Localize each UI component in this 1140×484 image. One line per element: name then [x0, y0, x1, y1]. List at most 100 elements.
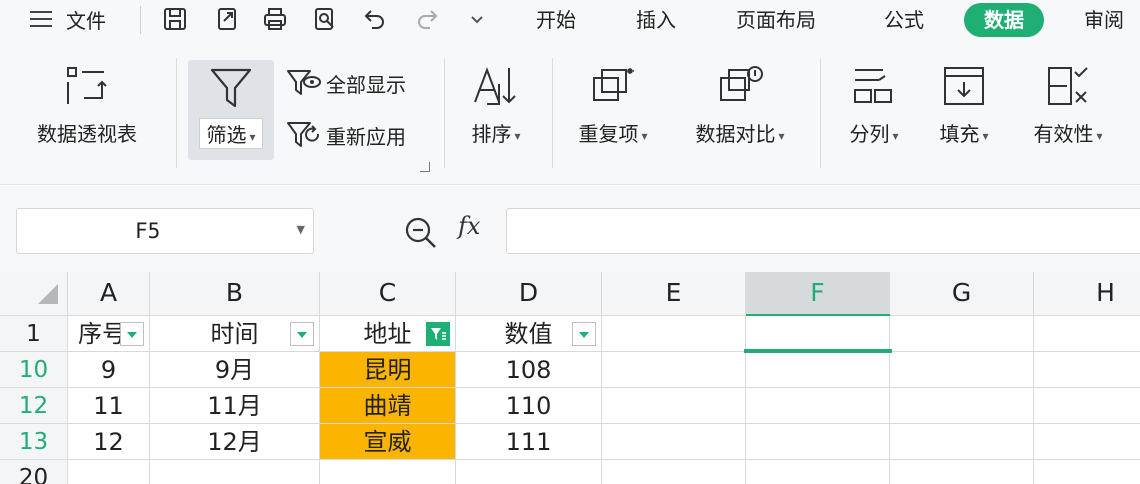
cell[interactable] — [1034, 352, 1140, 388]
cell[interactable] — [746, 316, 890, 352]
cell[interactable]: 11月 — [150, 388, 320, 424]
tab-data[interactable]: 数据 — [964, 3, 1044, 37]
sort-button[interactable]: 排序 ▾ — [456, 64, 536, 147]
tab-home[interactable]: 开始 — [536, 3, 576, 37]
duplicates-button[interactable]: 重复项 ▾ — [566, 64, 660, 147]
cell-reference: F5 — [135, 219, 161, 243]
undo-icon[interactable] — [360, 4, 390, 34]
cell[interactable]: 曲靖 — [320, 388, 456, 424]
name-box[interactable]: F5 ▼ — [16, 208, 314, 254]
cell[interactable] — [1034, 388, 1140, 424]
file-menu[interactable]: 文件 — [30, 4, 106, 34]
column-header-a[interactable]: A — [68, 272, 150, 316]
pivot-table-label: 数据透视表 — [37, 122, 137, 146]
cell[interactable] — [890, 424, 1034, 460]
validity-button[interactable]: 有效性 ▾ — [1018, 64, 1118, 147]
zoom-icon[interactable] — [404, 216, 438, 254]
column-header-d[interactable]: D — [456, 272, 602, 316]
chevron-down-icon — [127, 332, 137, 338]
redo-icon[interactable] — [412, 4, 442, 34]
cell[interactable] — [890, 388, 1034, 424]
reapply-label: 重新应用 — [326, 124, 406, 149]
function-icon[interactable]: fx — [458, 212, 480, 240]
cell[interactable] — [1034, 424, 1140, 460]
cell[interactable]: 108 — [456, 352, 602, 388]
select-all-corner[interactable] — [0, 272, 68, 316]
cell[interactable] — [602, 352, 746, 388]
cell[interactable] — [68, 460, 150, 484]
cell[interactable]: 9 — [68, 352, 150, 388]
filter-dropdown-b[interactable] — [290, 322, 314, 346]
cell[interactable] — [602, 460, 746, 484]
cell[interactable] — [890, 460, 1034, 484]
chevron-down-icon[interactable]: ▼ — [297, 223, 305, 236]
cell[interactable]: 11 — [68, 388, 150, 424]
customize-icon[interactable] — [462, 4, 492, 34]
show-all-icon — [287, 70, 321, 95]
group-launcher-icon[interactable] — [420, 162, 430, 172]
reapply-button[interactable]: 重新应用 — [286, 120, 406, 150]
row-header-13[interactable]: 13 — [0, 424, 68, 460]
validity-label: 有效性 — [1033, 122, 1094, 146]
cell[interactable] — [746, 388, 890, 424]
cell[interactable] — [746, 352, 890, 388]
save-icon[interactable] — [160, 4, 190, 34]
column-header-e[interactable]: E — [602, 272, 746, 316]
fill-button[interactable]: 填充 ▾ — [926, 64, 1002, 147]
filter-dropdown-d[interactable] — [572, 322, 596, 346]
cell[interactable] — [456, 460, 602, 484]
column-header-c[interactable]: C — [320, 272, 456, 316]
cell[interactable] — [150, 460, 320, 484]
data-compare-button[interactable]: 数据对比 ▾ — [680, 64, 800, 147]
tab-insert[interactable]: 插入 — [636, 3, 676, 37]
cell[interactable]: 12 — [68, 424, 150, 460]
show-all-button[interactable]: 全部显示 — [286, 68, 406, 98]
cell[interactable] — [890, 352, 1034, 388]
column-header-f[interactable]: F — [746, 272, 890, 316]
formula-input[interactable] — [506, 208, 1140, 254]
cell[interactable]: 110 — [456, 388, 602, 424]
tab-page-layout[interactable]: 页面布局 — [736, 3, 816, 37]
filter-dropdown-c-active[interactable] — [426, 322, 450, 346]
cell[interactable] — [602, 388, 746, 424]
cell[interactable]: 111 — [456, 424, 602, 460]
filter-dropdown-a[interactable] — [120, 322, 144, 346]
cell[interactable] — [1034, 460, 1140, 484]
chevron-down-icon: ▾ — [641, 128, 648, 143]
column-header-g[interactable]: G — [890, 272, 1034, 316]
row-header-20[interactable]: 20 — [0, 460, 68, 484]
cell[interactable] — [320, 460, 456, 484]
cell[interactable]: 12月 — [150, 424, 320, 460]
cell[interactable]: 昆明 — [320, 352, 456, 388]
chevron-down-icon: ▾ — [778, 128, 785, 143]
row-header-10[interactable]: 10 — [0, 352, 68, 388]
column-header-b[interactable]: B — [150, 272, 320, 316]
divider — [820, 58, 821, 168]
cell[interactable] — [890, 316, 1034, 352]
export-icon[interactable] — [213, 4, 243, 34]
file-menu-label: 文件 — [66, 8, 106, 33]
cell[interactable] — [602, 424, 746, 460]
row-header-1[interactable]: 1 — [0, 316, 68, 352]
cell[interactable] — [746, 460, 890, 484]
cell[interactable] — [602, 316, 746, 352]
spreadsheet-grid: A B C D E F G H 1 10 12 13 20 序号 时间 地址 数… — [0, 272, 1140, 484]
filter-icon — [431, 328, 446, 340]
split-column-button[interactable]: 分列 ▾ — [836, 64, 912, 147]
print-icon[interactable] — [260, 4, 290, 34]
tab-formulas[interactable]: 公式 — [884, 3, 924, 37]
preview-icon[interactable] — [310, 4, 340, 34]
chevron-down-icon: ▾ — [982, 128, 989, 143]
row-header-12[interactable]: 12 — [0, 388, 68, 424]
cell[interactable] — [1034, 316, 1140, 352]
cell[interactable] — [746, 424, 890, 460]
divider — [552, 58, 553, 168]
divider — [444, 58, 445, 168]
cell[interactable]: 宣威 — [320, 424, 456, 460]
pivot-table-button[interactable]: 数据透视表 — [22, 64, 152, 147]
duplicates-icon — [566, 64, 660, 108]
filter-button[interactable]: 筛选 ▾ — [188, 60, 274, 160]
tab-review[interactable]: 审阅 — [1084, 3, 1124, 37]
cell[interactable]: 9月 — [150, 352, 320, 388]
column-header-h[interactable]: H — [1034, 272, 1140, 316]
